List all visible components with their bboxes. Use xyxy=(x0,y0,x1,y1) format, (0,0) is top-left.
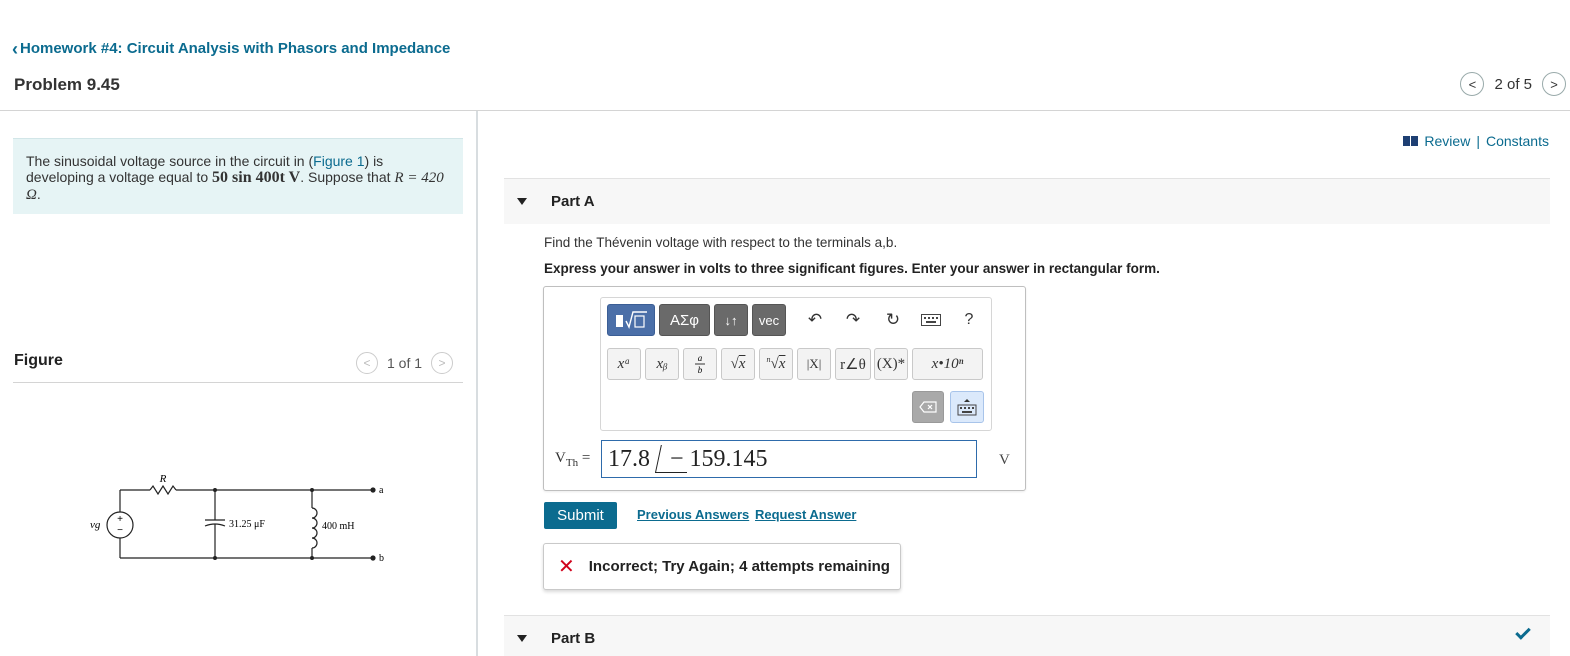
square-root-icon: √x xyxy=(730,355,746,372)
vector-button[interactable]: vec xyxy=(752,304,786,336)
virtual-keyboard-button[interactable] xyxy=(950,391,984,423)
keyboard-icon xyxy=(921,314,941,326)
scientific-notation-button[interactable]: x•10ⁿ xyxy=(912,348,983,380)
keyboard-up-icon xyxy=(957,399,977,416)
fraction-button[interactable]: ab xyxy=(683,348,717,380)
chevron-left-icon: < xyxy=(363,356,371,370)
submit-button[interactable]: Submit xyxy=(544,502,617,529)
feedback-text: Incorrect; Try Again; 4 attempts remaini… xyxy=(588,558,890,575)
pane-splitter[interactable] xyxy=(476,111,478,656)
fraction-icon: ab xyxy=(695,353,705,375)
math-toolbar: ΑΣφ ↓↑ vec ↶ ↷ ↻ ? xᵃ xᵦ ab √x n√x |X| r… xyxy=(600,297,992,431)
part-a-instruction: Express your answer in volts to three si… xyxy=(544,261,1160,276)
square-root-button[interactable]: √x xyxy=(721,348,755,380)
svg-text:b: b xyxy=(698,365,703,375)
answer-input[interactable]: 17.8 − 159.145 xyxy=(601,440,977,478)
greek-symbols-button[interactable]: ΑΣφ xyxy=(659,304,710,336)
answer-variable: V xyxy=(555,450,566,466)
figure-pager-text: 1 of 1 xyxy=(387,355,423,371)
figure-link[interactable]: Figure 1 xyxy=(313,153,364,169)
nth-root-icon: n√x xyxy=(766,355,786,372)
answer-variable-label: VTh = xyxy=(555,450,590,469)
constants-link[interactable]: Constants xyxy=(1486,133,1549,149)
svg-text:−: − xyxy=(117,525,123,536)
arrows-button[interactable]: ↓↑ xyxy=(714,304,748,336)
figure-divider xyxy=(13,382,463,383)
undo-icon: ↶ xyxy=(807,310,823,329)
part-a-header[interactable]: Part A xyxy=(504,178,1550,224)
superscript-button[interactable]: xᵃ xyxy=(607,348,641,380)
terminal-a-label: a xyxy=(379,485,384,496)
subscript-button[interactable]: xᵦ xyxy=(645,348,679,380)
book-icon xyxy=(1403,136,1419,146)
figure-pager: < 1 of 1 > xyxy=(356,352,454,374)
conjugate-button[interactable]: (X)* xyxy=(874,348,908,380)
part-a-question: Find the Thévenin voltage with respect t… xyxy=(544,235,898,250)
chevron-left-icon: ‹ xyxy=(12,38,18,59)
header-divider xyxy=(0,110,1570,111)
keyboard-button[interactable] xyxy=(917,304,945,336)
problem-pager-text: 2 of 5 xyxy=(1494,75,1532,93)
problem-pager: < 2 of 5 > xyxy=(1460,72,1566,96)
caret-down-icon xyxy=(517,198,527,205)
chevron-right-icon: > xyxy=(438,356,446,370)
answer-angle: − 159.145 xyxy=(670,445,768,472)
next-problem-button[interactable]: > xyxy=(1542,72,1566,96)
resistor-label: R xyxy=(159,473,167,485)
capacitor-label: 31.25 μF xyxy=(229,519,265,530)
answer-variable-subscript: Th xyxy=(565,457,579,469)
chevron-left-icon: < xyxy=(1468,76,1477,92)
svg-text:+: + xyxy=(117,514,123,525)
absolute-value-button[interactable]: |X| xyxy=(797,348,831,380)
delete-button[interactable] xyxy=(912,391,944,423)
back-to-assignment-link[interactable]: ‹ Homework #4: Circuit Analysis with Pha… xyxy=(12,38,451,59)
angle-symbol-icon xyxy=(655,443,687,475)
previous-answers-link[interactable]: Previous Answers xyxy=(637,507,749,522)
backspace-icon xyxy=(919,401,937,413)
resistor-symbol xyxy=(149,484,177,496)
nth-root-button[interactable]: n√x xyxy=(759,348,793,380)
assignment-title: Homework #4: Circuit Analysis with Phaso… xyxy=(20,40,451,57)
source-label: vg xyxy=(90,519,101,531)
review-constants-links: Review | Constants xyxy=(1403,133,1549,149)
problem-text: . Suppose that xyxy=(300,169,395,185)
undo-button[interactable]: ↶ xyxy=(801,304,829,336)
answer-magnitude: 17.8 xyxy=(608,445,650,472)
answer-unit: V xyxy=(999,452,1010,468)
templates-icon xyxy=(616,311,647,329)
part-b-header[interactable]: Part B xyxy=(504,615,1550,656)
problem-title: Problem 9.45 xyxy=(14,75,120,94)
figure-heading: Figure xyxy=(14,352,63,369)
review-link[interactable]: Review xyxy=(1424,133,1470,149)
request-answer-link[interactable]: Request Answer xyxy=(755,507,856,522)
templates-button[interactable] xyxy=(607,304,655,336)
terminal-b-label: b xyxy=(379,553,384,564)
inductor-label: 400 mH xyxy=(322,521,355,532)
problem-text: The sinusoidal voltage source in the cir… xyxy=(26,153,314,169)
answer-equals: = xyxy=(581,450,591,466)
previous-problem-button[interactable]: < xyxy=(1460,72,1485,96)
checkmark-icon xyxy=(1515,624,1531,640)
chevron-right-icon: > xyxy=(1550,76,1558,92)
reset-button[interactable]: ↻ xyxy=(879,304,907,336)
previous-figure-button[interactable]: < xyxy=(356,352,378,374)
inductor-symbol xyxy=(311,507,318,549)
part-a-title: Part A xyxy=(551,193,595,210)
part-b-title: Part B xyxy=(551,630,596,647)
incorrect-x-icon: ✕ xyxy=(558,556,575,578)
help-button[interactable]: ? xyxy=(955,304,983,336)
redo-button[interactable]: ↷ xyxy=(839,304,867,336)
redo-icon: ↷ xyxy=(845,310,861,329)
svg-text:a: a xyxy=(698,353,703,363)
polar-form-button[interactable]: r∠θ xyxy=(835,348,871,380)
link-separator: | xyxy=(1476,133,1480,149)
next-figure-button[interactable]: > xyxy=(431,352,454,374)
reset-icon: ↻ xyxy=(885,310,901,329)
feedback-message: ✕ Incorrect; Try Again; 4 attempts remai… xyxy=(543,543,901,590)
problem-text: . xyxy=(36,186,41,202)
circuit-diagram[interactable]: + − vg R 31.25 μF 400 mH a b xyxy=(80,470,400,570)
problem-statement: The sinusoidal voltage source in the cir… xyxy=(13,138,463,214)
voltage-expression: 50 sin 400t V xyxy=(212,169,301,186)
caret-down-icon xyxy=(517,635,527,642)
